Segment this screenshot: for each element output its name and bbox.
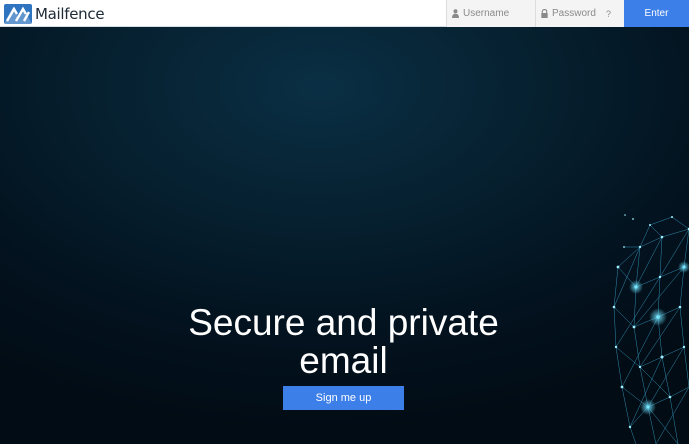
username-field-wrapper	[446, 0, 535, 27]
network-mesh-graphic	[612, 214, 689, 444]
brand-logo[interactable]: Mailfence	[4, 3, 105, 24]
person-icon	[448, 0, 462, 27]
hero-section: Secure and private email	[0, 27, 689, 444]
top-bar: Mailfence ? Enter	[0, 0, 689, 27]
mailfence-logo-icon	[4, 3, 32, 24]
brand-name: Mailfence	[35, 4, 105, 23]
sign-me-up-button[interactable]: Sign me up	[283, 386, 404, 410]
password-field-wrapper: ?	[535, 0, 624, 27]
password-input[interactable]	[552, 8, 600, 19]
enter-button[interactable]: Enter	[624, 0, 689, 27]
hero-headline: Secure and private email	[188, 302, 499, 381]
lock-icon	[537, 0, 551, 27]
password-help-link[interactable]: ?	[606, 9, 611, 19]
username-input[interactable]	[463, 8, 525, 19]
